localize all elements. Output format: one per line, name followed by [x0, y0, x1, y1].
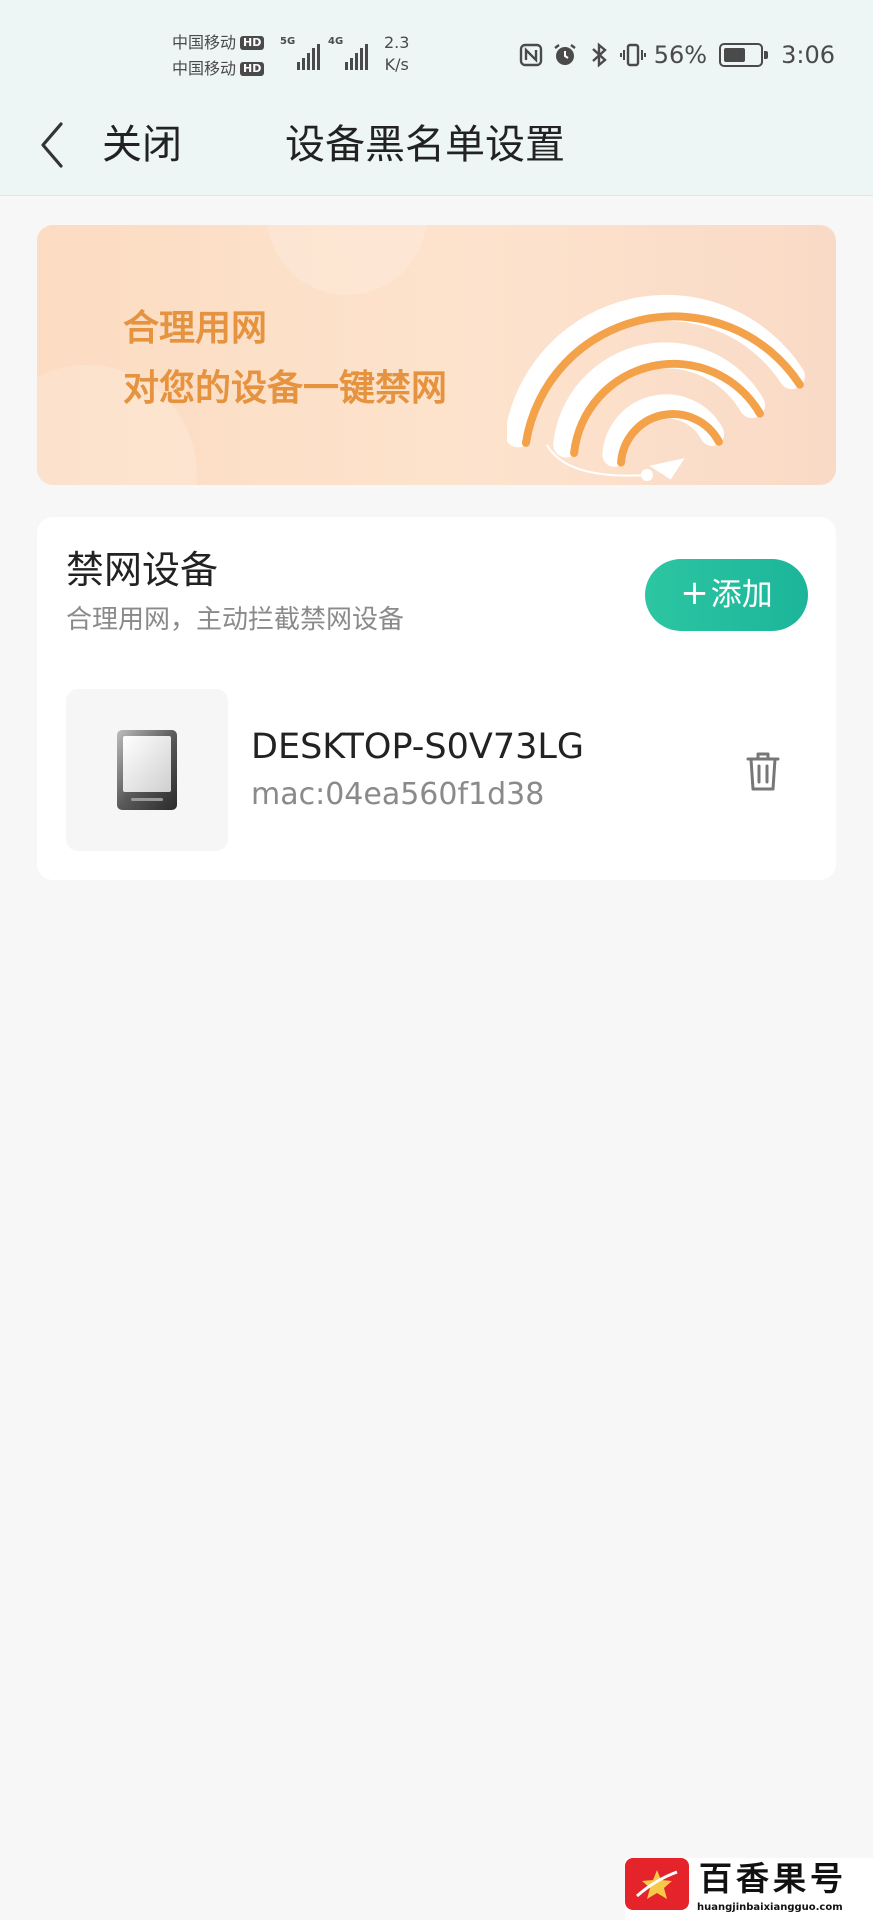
- blocked-devices-card: 禁网设备 合理用网，主动拦截禁网设备 + 添加 DESKTOP-S0V73LG …: [37, 517, 836, 880]
- hd-badge: HD: [240, 62, 265, 76]
- speed-value: 2.3: [384, 33, 410, 52]
- wifi-illustration: [507, 294, 805, 481]
- add-button[interactable]: + 添加: [645, 559, 808, 631]
- section-subtitle: 合理用网，主动拦截禁网设备: [66, 605, 405, 635]
- watermark-url: huangjinbaixiangguo.com: [697, 1902, 843, 1913]
- battery-percent: 56%: [653, 41, 708, 69]
- hd-badge: HD: [240, 36, 265, 50]
- clock: 3:06: [781, 41, 835, 69]
- app-header: 关闭 设备黑名单设置: [0, 100, 873, 190]
- watermark-name: 百香果号: [699, 1859, 847, 1898]
- banner-headline: 合理用网: [123, 308, 268, 349]
- delete-device-button[interactable]: [736, 741, 790, 801]
- device-name: DESKTOP-S0V73LG: [251, 727, 584, 767]
- signal-4g: 4G: [328, 36, 369, 70]
- top-area: 中国移动 HD 中国移动 HD 5G 4G 2.3 K/s 56% 3:06 关…: [0, 0, 873, 196]
- page-title: 设备黑名单设置: [285, 122, 565, 168]
- banner-subheadline: 对您的设备一键禁网: [123, 368, 448, 409]
- device-mac: mac:04ea560f1d38: [251, 777, 545, 812]
- battery-icon: [719, 43, 769, 67]
- nfc-icon: [518, 42, 544, 68]
- network-speed: 2.3 K/s: [384, 32, 409, 76]
- status-bar: 中国移动 HD 中国移动 HD 5G 4G 2.3 K/s 56% 3:06: [0, 0, 873, 92]
- watermark: 百香果号 huangjinbaixiangguo.com: [625, 1858, 873, 1920]
- carrier-1: 中国移动: [172, 33, 237, 52]
- speed-unit: K/s: [384, 55, 409, 74]
- plus-icon: +: [680, 573, 709, 613]
- device-thumbnail: [66, 689, 228, 851]
- vibrate-icon: [619, 42, 646, 68]
- close-button[interactable]: 关闭: [102, 120, 182, 170]
- signal-5g: 5G: [280, 36, 321, 70]
- network-type-4g: 4G: [328, 36, 344, 47]
- network-type-5g: 5G: [280, 36, 296, 47]
- carrier-info: 中国移动 HD 中国移动 HD: [172, 30, 277, 82]
- add-button-label: 添加: [710, 577, 773, 613]
- trash-icon: [746, 752, 780, 791]
- device-icon: [117, 730, 177, 810]
- back-chevron-icon[interactable]: [30, 118, 74, 172]
- carrier-2: 中国移动: [172, 59, 237, 78]
- bluetooth-icon: [586, 42, 612, 68]
- list-item[interactable]: DESKTOP-S0V73LG mac:04ea560f1d38: [66, 689, 808, 851]
- signal-bars-icon: [297, 44, 321, 70]
- signal-bars-icon: [345, 44, 369, 70]
- section-title: 禁网设备: [66, 548, 219, 592]
- promo-banner: 合理用网 对您的设备一键禁网: [37, 225, 836, 485]
- status-icons: 56% 3:06: [518, 36, 835, 74]
- alarm-icon: [552, 42, 578, 68]
- watermark-logo-icon: [625, 1858, 689, 1910]
